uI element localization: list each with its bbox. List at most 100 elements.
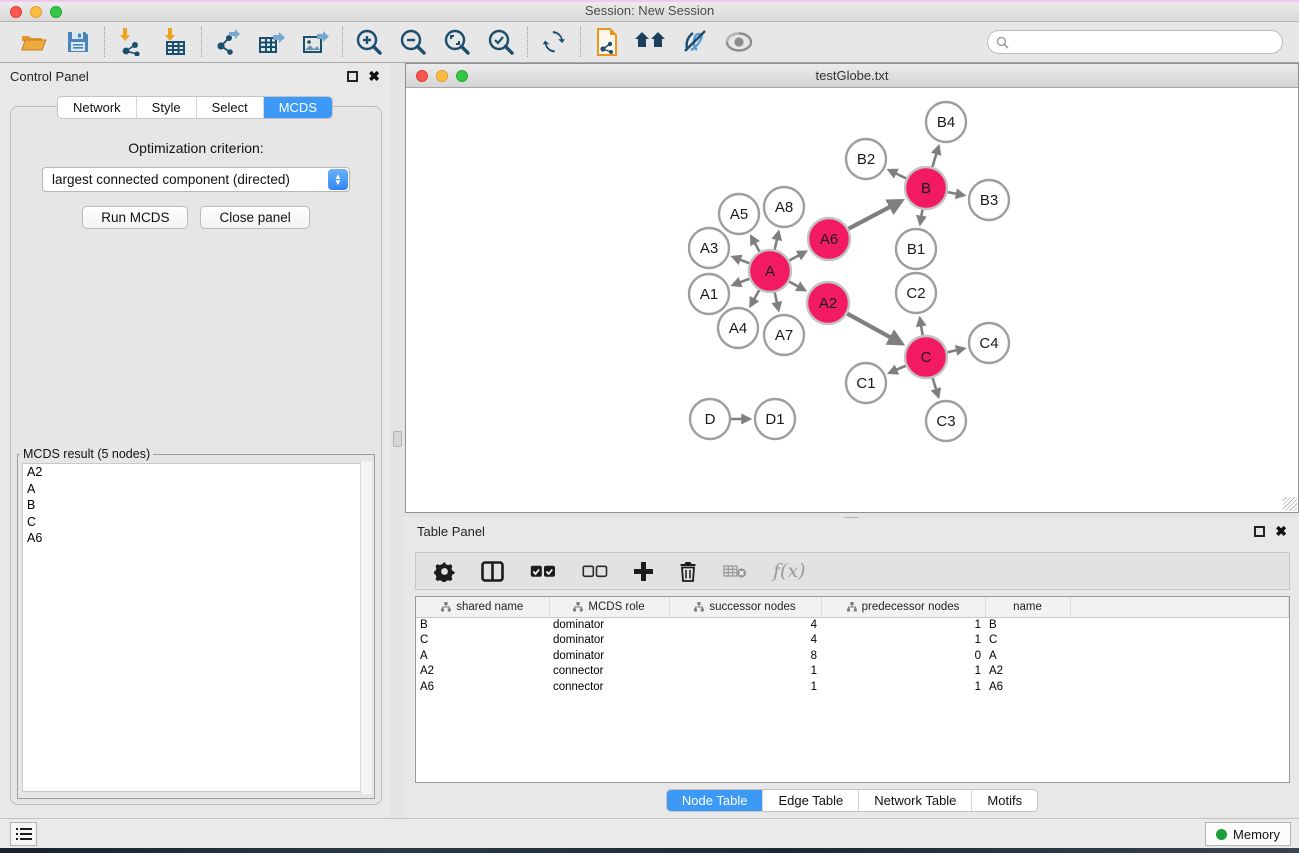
table-cell[interactable]: 8 xyxy=(669,648,821,664)
table-cell[interactable]: 1 xyxy=(821,633,985,649)
graph-edge-B-B2[interactable] xyxy=(890,170,907,178)
table-row-b[interactable]: Bdominator41B xyxy=(416,617,1289,633)
float-table-panel-icon[interactable] xyxy=(1254,526,1265,537)
column-header-shared-name[interactable]: shared name xyxy=(416,597,549,617)
mcds-result-item-a2[interactable]: A2 xyxy=(23,464,369,481)
table-row-a2[interactable]: A2connector11A2 xyxy=(416,664,1289,680)
graph-node-A6[interactable]: A6 xyxy=(808,218,850,260)
table-options-gear-icon[interactable] xyxy=(434,561,455,582)
refresh-layout-icon[interactable] xyxy=(537,27,571,57)
delete-column-icon[interactable] xyxy=(679,561,697,582)
zoom-out-icon[interactable] xyxy=(396,27,430,57)
column-header-name[interactable]: name xyxy=(985,597,1070,617)
result-list-scrollbar[interactable] xyxy=(360,461,372,794)
graph-edge-A-A6[interactable] xyxy=(789,252,805,261)
graph-node-C3[interactable]: C3 xyxy=(926,401,966,441)
graph-node-A[interactable]: A xyxy=(749,250,791,292)
graph-node-C2[interactable]: C2 xyxy=(896,273,936,313)
search-field[interactable] xyxy=(987,30,1283,54)
memory-button[interactable]: Memory xyxy=(1205,822,1291,846)
table-tab-edge-table[interactable]: Edge Table xyxy=(762,790,858,811)
table-cell[interactable]: dominator xyxy=(549,648,669,664)
table-cell[interactable]: 1 xyxy=(821,664,985,680)
table-cell[interactable]: 1 xyxy=(669,679,821,695)
table-row-a6[interactable]: A6connector11A6 xyxy=(416,679,1289,695)
optimization-criterion-select[interactable]: largest connected component (directed) ▲… xyxy=(42,167,350,192)
show-graphics-details-icon[interactable] xyxy=(722,27,756,57)
table-cell[interactable]: A2 xyxy=(985,664,1070,680)
graph-node-A1[interactable]: A1 xyxy=(689,274,729,314)
graph-node-C1[interactable]: C1 xyxy=(846,363,886,403)
graph-node-A3[interactable]: A3 xyxy=(689,228,729,268)
table-tab-network-table[interactable]: Network Table xyxy=(858,790,971,811)
vertical-splitter-handle[interactable] xyxy=(393,431,402,447)
graph-node-A2[interactable]: A2 xyxy=(807,282,849,324)
graph-node-C4[interactable]: C4 xyxy=(969,323,1009,363)
table-cell[interactable]: dominator xyxy=(549,617,669,633)
close-panel-button[interactable]: Close panel xyxy=(200,206,309,229)
graph-edge-A-A2[interactable] xyxy=(789,282,804,290)
graph-edge-A2-C[interactable] xyxy=(847,314,900,343)
delete-table-icon[interactable] xyxy=(723,563,747,579)
table-cell[interactable]: 4 xyxy=(669,617,821,633)
zoom-fit-icon[interactable] xyxy=(440,27,474,57)
zoom-in-icon[interactable] xyxy=(352,27,386,57)
graph-edge-B-B4[interactable] xyxy=(932,147,938,167)
graph-node-A7[interactable]: A7 xyxy=(764,315,804,355)
column-header-predecessor-nodes[interactable]: predecessor nodes xyxy=(821,597,985,617)
search-input[interactable] xyxy=(1014,35,1274,49)
close-table-panel-icon[interactable]: ✖ xyxy=(1275,526,1287,537)
deselect-all-checks-icon[interactable] xyxy=(582,565,608,578)
mcds-result-item-a6[interactable]: A6 xyxy=(23,530,369,547)
mcds-result-item-b[interactable]: B xyxy=(23,497,369,514)
mcds-result-item-a[interactable]: A xyxy=(23,481,369,498)
table-cell[interactable]: A6 xyxy=(985,679,1070,695)
vertical-splitter[interactable] xyxy=(390,63,405,818)
graph-edge-C-C1[interactable] xyxy=(890,366,906,373)
table-cell[interactable]: B xyxy=(416,617,549,633)
table-cell[interactable]: A xyxy=(416,648,549,664)
graph-node-D[interactable]: D xyxy=(690,399,730,439)
export-image-icon[interactable] xyxy=(299,27,333,57)
table-cell[interactable]: 0 xyxy=(821,648,985,664)
export-table-icon[interactable] xyxy=(255,27,289,57)
graph-edge-C-C2[interactable] xyxy=(920,319,923,335)
graph-edge-A-A4[interactable] xyxy=(751,290,759,305)
graph-edge-C-C4[interactable] xyxy=(947,349,963,353)
graph-node-B4[interactable]: B4 xyxy=(926,102,966,142)
graph-edge-A-A8[interactable] xyxy=(775,233,779,250)
graph-edge-A-A3[interactable] xyxy=(733,257,749,263)
table-cell[interactable]: B xyxy=(985,617,1070,633)
table-tab-motifs[interactable]: Motifs xyxy=(971,790,1037,811)
window-resize-grip[interactable] xyxy=(1283,497,1297,511)
tab-style[interactable]: Style xyxy=(136,97,196,118)
table-tab-node-table[interactable]: Node Table xyxy=(667,790,763,811)
graph-node-A4[interactable]: A4 xyxy=(718,308,758,348)
import-network-icon[interactable] xyxy=(114,27,148,57)
save-session-icon[interactable] xyxy=(61,27,95,57)
graph-node-D1[interactable]: D1 xyxy=(755,399,795,439)
add-column-icon[interactable] xyxy=(634,562,653,581)
table-row-a[interactable]: Adominator80A xyxy=(416,648,1289,664)
table-cell[interactable]: 1 xyxy=(669,664,821,680)
column-header-successor-nodes[interactable]: successor nodes xyxy=(669,597,821,617)
tab-select[interactable]: Select xyxy=(196,97,263,118)
graph-node-B1[interactable]: B1 xyxy=(896,229,936,269)
table-cell[interactable]: connector xyxy=(549,679,669,695)
mcds-result-item-c[interactable]: C xyxy=(23,514,369,531)
table-cell[interactable]: A xyxy=(985,648,1070,664)
select-all-checks-icon[interactable] xyxy=(530,565,556,578)
show-columns-icon[interactable] xyxy=(481,561,504,582)
tab-mcds[interactable]: MCDS xyxy=(263,97,332,118)
graph-node-A5[interactable]: A5 xyxy=(719,194,759,234)
table-cell[interactable]: C xyxy=(416,633,549,649)
import-table-icon[interactable] xyxy=(158,27,192,57)
table-row-c[interactable]: Cdominator41C xyxy=(416,633,1289,649)
graph-edge-A-A5[interactable] xyxy=(751,237,759,252)
task-history-button[interactable] xyxy=(10,822,37,846)
graph-edge-C-C3[interactable] xyxy=(933,378,939,396)
graph-node-A8[interactable]: A8 xyxy=(764,187,804,227)
network-from-selection-icon[interactable] xyxy=(590,27,624,57)
network-canvas[interactable]: B4B2BB3A8A5A6A3B1AC2A1A2A4A7C4CC1C3DD1 xyxy=(407,89,1297,504)
table-cell[interactable]: connector xyxy=(549,664,669,680)
